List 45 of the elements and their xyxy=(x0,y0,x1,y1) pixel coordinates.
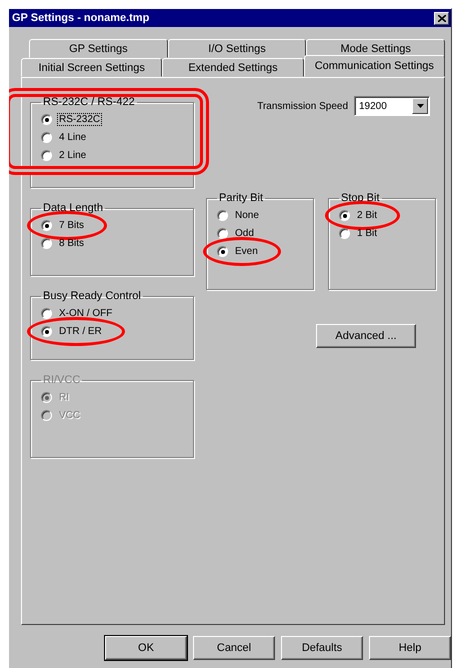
group-title: Stop Bit xyxy=(340,192,381,204)
field-label: Transmission Speed xyxy=(257,100,348,112)
radio-button[interactable] xyxy=(217,210,228,221)
radio-button[interactable] xyxy=(41,132,52,143)
group-title: Parity Bit xyxy=(218,192,264,204)
close-button[interactable] xyxy=(434,12,449,24)
radio-option[interactable]: 7 Bits xyxy=(41,220,86,231)
radio-button[interactable] xyxy=(339,210,350,221)
radio-button[interactable] xyxy=(41,308,52,319)
tab[interactable]: Communication Settings xyxy=(304,55,445,77)
tab[interactable]: I/O Settings xyxy=(168,39,306,58)
group-title: Busy Ready Control xyxy=(42,290,142,302)
advanced-button[interactable]: Advanced ... xyxy=(316,324,416,348)
tab[interactable]: Initial Screen Settings xyxy=(21,58,162,77)
window-title: GP Settings - noname.tmp xyxy=(12,12,150,24)
dialog-button[interactable]: Help xyxy=(369,636,451,660)
radio-button[interactable] xyxy=(217,228,228,239)
close-icon xyxy=(438,14,446,22)
radio-button[interactable] xyxy=(217,246,228,257)
caret-icon xyxy=(416,104,424,108)
radio-option[interactable]: Even xyxy=(217,246,259,257)
radio-option[interactable]: X-ON / OFF xyxy=(41,308,114,319)
dialog-button[interactable]: Cancel xyxy=(193,636,275,660)
radio-option[interactable]: None xyxy=(217,210,260,221)
radio-option[interactable]: 2 Line xyxy=(41,150,88,161)
radio-option[interactable]: 8 Bits xyxy=(41,238,86,249)
radio-option[interactable]: 2 Bit xyxy=(339,210,378,221)
radio-button[interactable] xyxy=(41,150,52,161)
radio-button[interactable] xyxy=(41,326,52,337)
radio-option[interactable]: Odd xyxy=(217,228,255,239)
radio-button[interactable] xyxy=(41,238,52,249)
dialog-button[interactable]: OK xyxy=(105,636,187,660)
radio-option[interactable]: DTR / ER xyxy=(41,326,103,337)
radio-button[interactable] xyxy=(41,220,52,231)
speed-dropdown[interactable]: 19200 xyxy=(354,96,430,116)
group-title: Data Length xyxy=(42,202,104,214)
tab[interactable]: GP Settings xyxy=(29,39,168,58)
radio-option[interactable]: 1 Bit xyxy=(339,228,378,239)
tab[interactable]: Extended Settings xyxy=(162,58,304,77)
dialog-button[interactable]: Defaults xyxy=(281,636,363,660)
group-title: RS-232C / RS-422 xyxy=(42,96,136,108)
radio-option[interactable]: 4 Line xyxy=(41,132,88,143)
radio-option[interactable]: RS-232C xyxy=(41,114,102,125)
radio-button[interactable] xyxy=(41,114,52,125)
radio-button[interactable] xyxy=(339,228,350,239)
